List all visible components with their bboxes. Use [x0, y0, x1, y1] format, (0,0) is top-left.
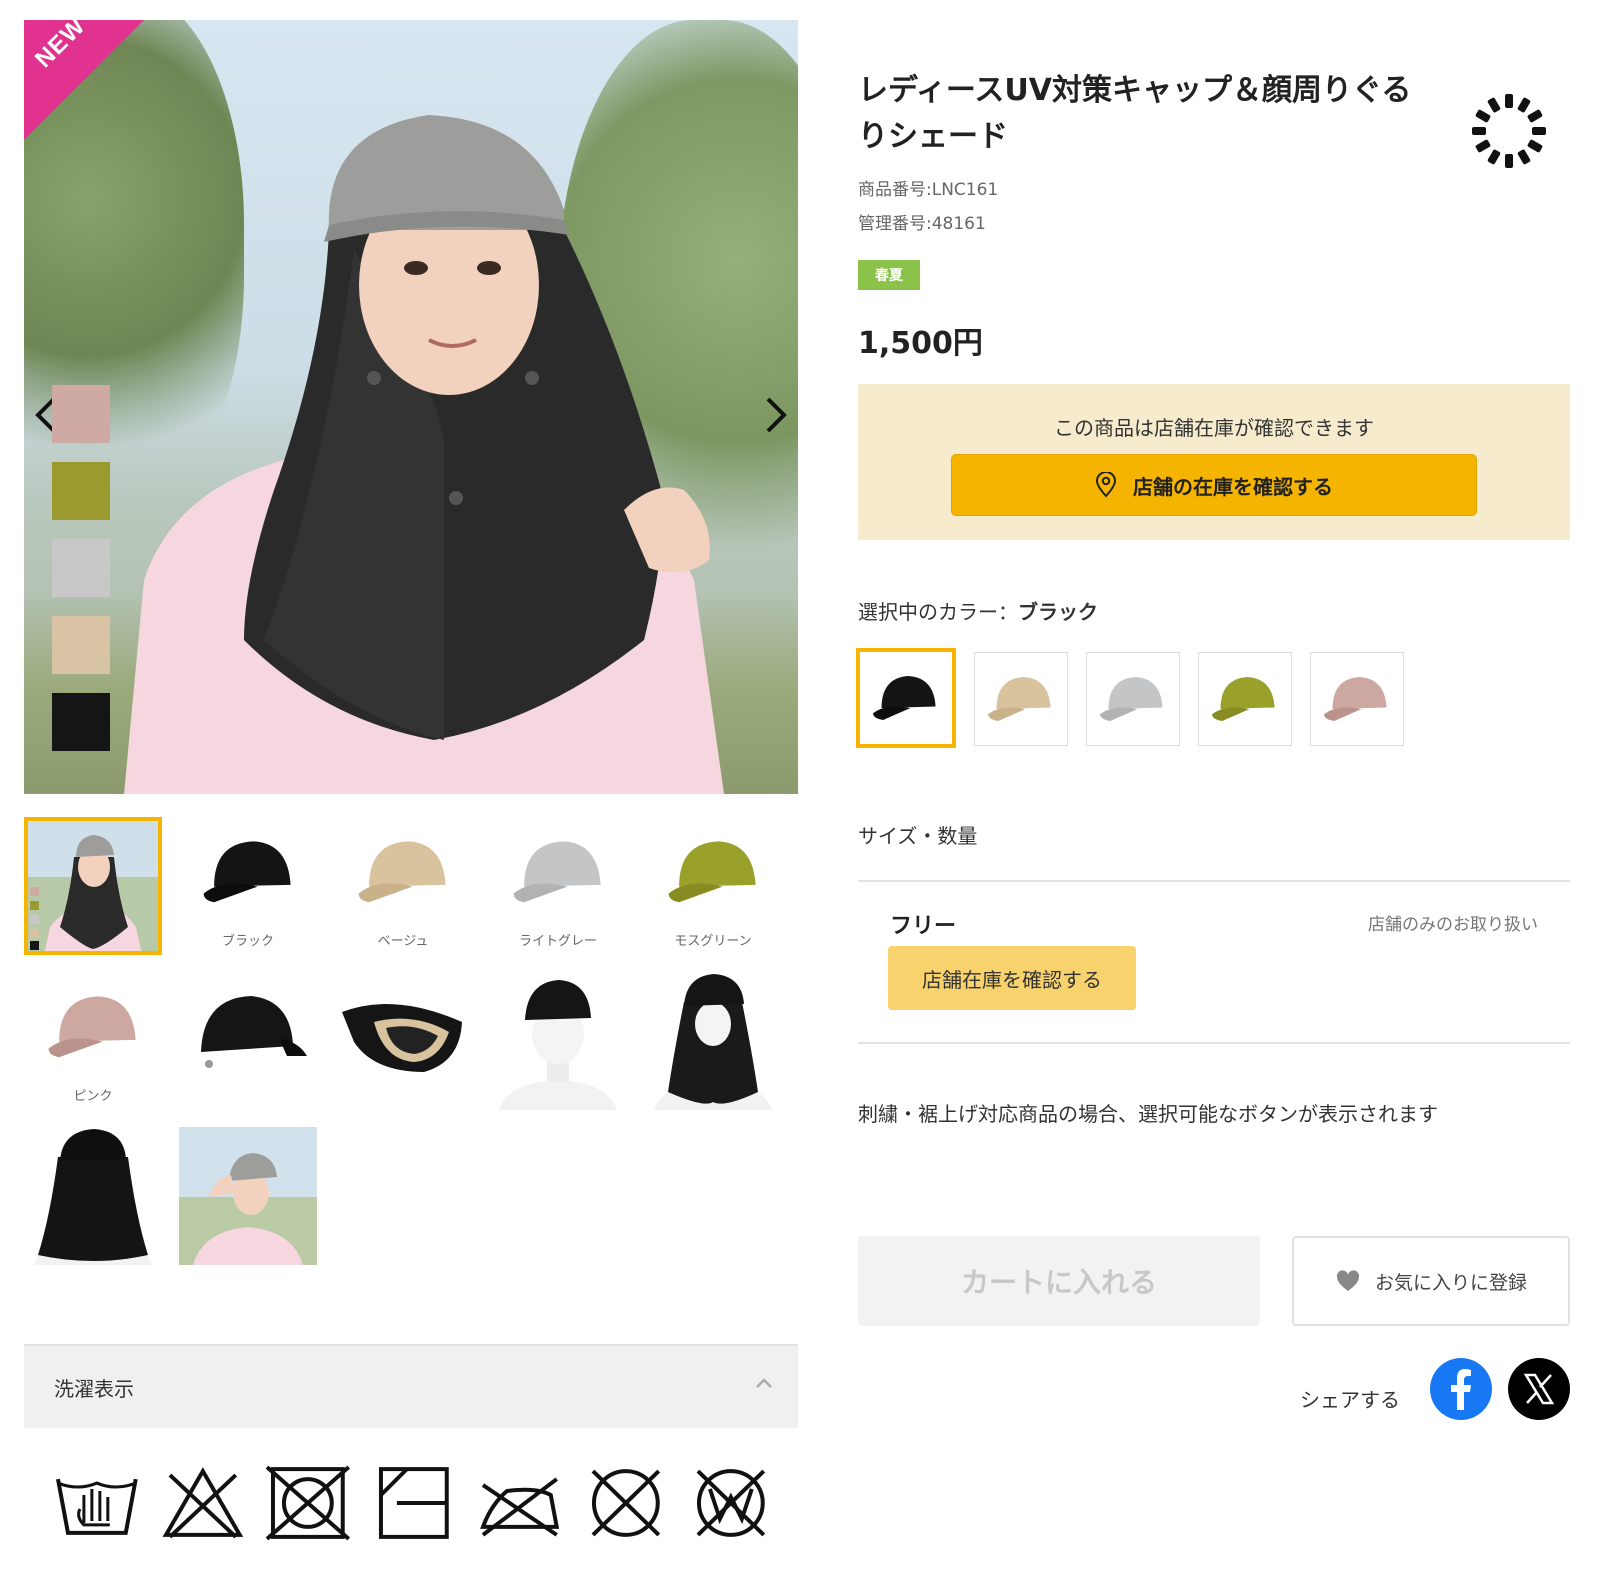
thumb-image: [24, 817, 162, 955]
facebook-share-button[interactable]: [1430, 1358, 1492, 1420]
check-store-stock-label: 店舗の在庫を確認する: [1133, 474, 1333, 499]
map-pin-icon: [1095, 472, 1117, 498]
store-stock-box: この商品は店舗在庫が確認できます 店舗の在庫を確認する: [858, 384, 1570, 540]
wash-care-accordion[interactable]: 洗濯表示: [24, 1344, 798, 1428]
thumbnail-cap-side[interactable]: [179, 972, 317, 1110]
light-gray-cap-icon: [513, 841, 601, 903]
no-iron-icon: [480, 1477, 560, 1537]
add-favorite-button[interactable]: お気に入りに登録: [1292, 1236, 1570, 1326]
main-product-image: NEW: [24, 20, 798, 794]
thumbnail-label: ライトグレー: [518, 934, 597, 949]
mannequin-front-icon: [499, 980, 617, 1110]
swatch-beige: [52, 616, 110, 674]
no-bleach-icon: [162, 1467, 243, 1539]
black-cap-icon: [873, 676, 936, 720]
thumbnail-model[interactable]: [24, 817, 162, 955]
swatch-light-gray: [52, 539, 110, 597]
mannequin-shade-icon: [654, 974, 772, 1110]
color-option-moss-green[interactable]: [1198, 652, 1292, 746]
price: 1,500円: [858, 326, 983, 361]
selected-color-value: ブラック: [1018, 600, 1098, 624]
store-stock-message: この商品は店舗在庫が確認できます: [1054, 416, 1374, 440]
swatch-black: [52, 693, 110, 751]
share-label: シェアする: [1300, 1388, 1400, 1412]
pink-cap-icon: [48, 996, 136, 1058]
loading-spinner-icon: [1472, 94, 1546, 168]
thumbnail-mannequin-shade[interactable]: [644, 972, 782, 1110]
product-title: レディースUV対策キャップ＆顔周りぐるりシェード: [858, 73, 1412, 154]
chevron-right-icon: [766, 397, 787, 433]
selected-color-prefix: 選択中のカラー：: [858, 600, 1018, 624]
wash-care-title: 洗濯表示: [54, 1376, 134, 1401]
moss-green-cap-icon: [1212, 677, 1275, 721]
thumbnail-label: ピンク: [73, 1089, 113, 1104]
no-tumble-dry-icon: [266, 1465, 351, 1541]
embroidery-note: 刺繍・裾上げ対応商品の場合、選択可能なボタンが表示されます: [858, 1102, 1438, 1126]
next-image-button[interactable]: [756, 390, 796, 440]
thumbnail-mannequin-back[interactable]: [24, 1127, 162, 1265]
drip-dry-shade-icon: [379, 1467, 449, 1539]
add-to-cart-button[interactable]: カートに入れる: [858, 1236, 1260, 1326]
color-option-black[interactable]: [856, 648, 956, 748]
black-cap-icon: [203, 841, 291, 903]
control-number: 管理番号:48161: [858, 214, 986, 234]
x-share-button[interactable]: [1508, 1358, 1570, 1420]
model-gray-cap-icon: [179, 1127, 317, 1265]
size-name: フリー: [890, 914, 957, 939]
color-option-pink[interactable]: [1310, 652, 1404, 746]
facebook-icon: [1451, 1369, 1471, 1410]
thumbnail-mannequin-front[interactable]: [489, 972, 627, 1110]
pink-cap-icon: [1324, 677, 1387, 721]
thumbnail-light-gray-cap[interactable]: ライトグレー: [489, 817, 627, 955]
heart-icon: [1336, 1270, 1360, 1291]
check-store-stock-button[interactable]: 店舗の在庫を確認する: [951, 454, 1477, 516]
swatch-pink: [52, 385, 110, 443]
size-store-stock-button[interactable]: 店舗在庫を確認する: [888, 946, 1136, 1010]
beige-cap-icon: [988, 677, 1051, 721]
image-color-swatches: [52, 385, 112, 770]
moss-green-cap-icon: [668, 841, 756, 903]
no-wet-clean-icon: [696, 1469, 766, 1537]
add-favorite-label: お気に入りに登録: [1374, 1271, 1527, 1294]
size-quantity-label: サイズ・数量: [858, 824, 978, 848]
thumbnail-pink-cap[interactable]: ピンク: [24, 972, 162, 1110]
light-gray-cap-icon: [1100, 677, 1163, 721]
selected-color-label: 選択中のカラー：ブラック: [858, 596, 1098, 625]
season-badge: 春夏: [858, 260, 920, 290]
no-dry-clean-icon: [591, 1469, 660, 1537]
thumbnail-beige-cap[interactable]: ベージュ: [334, 817, 472, 955]
chevron-up-icon: [756, 1378, 772, 1388]
thumbnail-label: ブラック: [221, 934, 274, 949]
thumbnail-black-cap[interactable]: ブラック: [179, 817, 317, 955]
hand-wash-icon: [56, 1478, 138, 1535]
swatch-moss-green: [52, 462, 110, 520]
color-options: [856, 648, 1404, 748]
wash-care-icons: [54, 1465, 774, 1545]
color-option-light-gray[interactable]: [1086, 652, 1180, 746]
color-option-beige[interactable]: [974, 652, 1068, 746]
divider: [858, 880, 1570, 882]
divider: [858, 1042, 1570, 1044]
x-icon: [1523, 1373, 1555, 1405]
item-number: 商品番号:LNC161: [858, 180, 999, 200]
cap-side-icon: [201, 996, 307, 1068]
thumbnail-label: モスグリーン: [674, 934, 752, 949]
thumbnail-cap-inside[interactable]: [334, 972, 472, 1110]
store-only-note: 店舗のみのお取り扱い: [1368, 915, 1538, 935]
mannequin-back-icon: [34, 1129, 152, 1265]
thumbnail-label: ベージュ: [377, 934, 429, 949]
thumbnail-model-gray-cap[interactable]: [179, 1127, 317, 1265]
thumbnail-moss-green-cap[interactable]: モスグリーン: [644, 817, 782, 955]
beige-cap-icon: [358, 841, 446, 903]
cap-inside-icon: [342, 1004, 462, 1072]
